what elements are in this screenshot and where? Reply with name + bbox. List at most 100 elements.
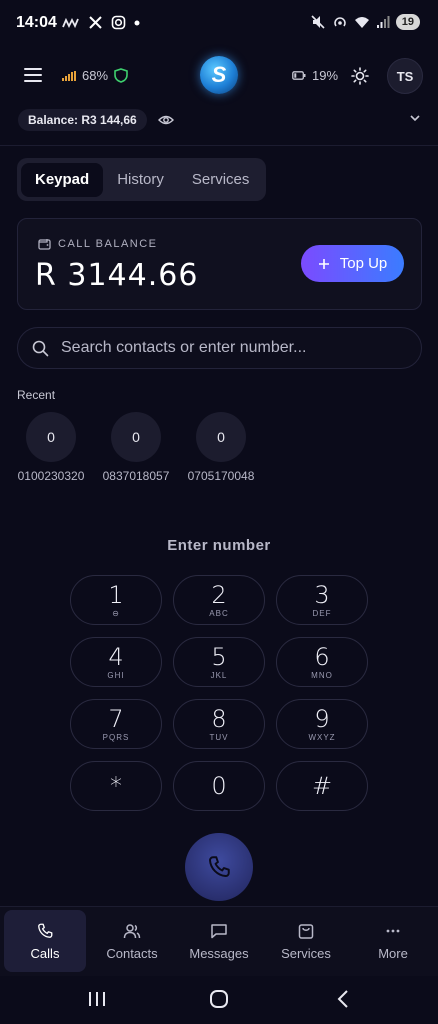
key-5[interactable]: 5 JKL (173, 637, 265, 687)
key-letters: WXYZ (308, 732, 336, 742)
key-1[interactable]: 1 ⊖ (70, 575, 162, 625)
key-digit: 4 (108, 642, 124, 671)
status-bar: 14:04 19 (0, 0, 438, 48)
eye-icon[interactable] (158, 113, 174, 127)
nav-label: Messages (189, 945, 249, 961)
dot-icon (134, 20, 140, 25)
battery-icon (292, 71, 306, 80)
phone-icon (38, 923, 53, 938)
more-icon (386, 929, 400, 932)
signal-icon (376, 16, 390, 28)
key-letters: PQRS (102, 732, 130, 742)
battery-percent: 19% (312, 68, 339, 83)
phone-icon (209, 856, 230, 877)
shield-icon (114, 68, 128, 83)
tab-bar: Keypad History Services (17, 158, 266, 201)
top-up-label: Top Up (339, 255, 388, 272)
key-8[interactable]: 8 TUV (173, 699, 265, 749)
key-4[interactable]: 4 GHI (70, 637, 162, 687)
tab-services[interactable]: Services (178, 163, 264, 197)
key-letters: GHI (107, 670, 125, 680)
key-hash[interactable]: # (276, 761, 368, 811)
bag-icon (298, 923, 314, 939)
header-divider (0, 145, 438, 146)
home-icon[interactable] (209, 989, 229, 1009)
recent-number: 0100230320 (17, 469, 85, 483)
recent-contact[interactable]: 0 0837018057 (96, 412, 176, 483)
key-0[interactable]: 0 (173, 761, 265, 811)
balance-pill: Balance: R3 144,66 (18, 109, 147, 131)
key-digit: 9 (314, 704, 330, 733)
logo-glyph: S (211, 62, 227, 87)
back-icon[interactable] (335, 989, 351, 1009)
instagram-icon (111, 15, 126, 30)
key-digit: 8 (211, 704, 227, 733)
call-balance-label-text: CALL BALANCE (58, 238, 158, 250)
recent-avatar: 0 (26, 412, 76, 462)
key-2[interactable]: 2 ABC (173, 575, 265, 625)
key-7[interactable]: 7 PQRS (70, 699, 162, 749)
tab-keypad[interactable]: Keypad (21, 162, 104, 197)
status-battery: 19 (395, 14, 420, 30)
menu-icon[interactable] (24, 68, 42, 84)
theme-toggle-icon[interactable] (351, 67, 369, 85)
status-right-icons: 19 (310, 14, 420, 30)
key-letters: JKL (210, 670, 228, 680)
recent-avatar: 0 (111, 412, 161, 462)
key-digit: 1 (108, 580, 124, 609)
recent-avatar: 0 (196, 412, 246, 462)
chevron-down-icon[interactable] (408, 113, 422, 123)
wifi-icon (354, 17, 369, 28)
key-digit: 3 (314, 580, 330, 609)
signal-percent: 68% (82, 68, 109, 83)
system-nav-bar (0, 976, 438, 1024)
key-letters: ⊖ (112, 608, 120, 618)
call-balance-amount: R 3144.66 (35, 258, 199, 293)
search-input[interactable] (61, 339, 401, 357)
tab-history[interactable]: History (103, 163, 178, 197)
recent-contact[interactable]: 0 0705170048 (181, 412, 261, 483)
key-digit: 2 (211, 580, 227, 609)
enter-number-prompt: Enter number (167, 537, 271, 554)
message-icon (211, 923, 227, 938)
nav-messages[interactable]: Messages (178, 910, 260, 972)
nav-label: Contacts (106, 945, 158, 961)
nav-label: Services (281, 945, 331, 961)
wallet-icon (38, 239, 51, 250)
top-up-button[interactable]: Top Up (301, 245, 404, 282)
status-left-icons (62, 15, 140, 30)
avatar[interactable]: TS (387, 58, 423, 94)
call-button[interactable] (185, 833, 253, 901)
nav-more[interactable]: More (352, 910, 434, 972)
recent-contact[interactable]: 0 0100230320 (11, 412, 91, 483)
key-digit: 6 (314, 642, 330, 671)
key-digit: 7 (108, 704, 124, 733)
key-letters: ABC (209, 608, 229, 618)
app-logo[interactable]: S (200, 56, 238, 94)
key-3[interactable]: 3 DEF (276, 575, 368, 625)
mv-icon (62, 17, 79, 28)
recent-apps-icon[interactable] (87, 990, 107, 1008)
key-6[interactable]: 6 MNO (276, 637, 368, 687)
mute-icon (311, 15, 325, 29)
hotspot-icon (333, 17, 346, 27)
plus-icon (318, 258, 329, 269)
nav-contacts[interactable]: Contacts (91, 910, 173, 972)
nav-services[interactable]: Services (265, 910, 347, 972)
key-digit: # (311, 772, 333, 800)
key-letters: DEF (312, 608, 332, 618)
key-9[interactable]: 9 WXYZ (276, 699, 368, 749)
nav-label: More (378, 945, 408, 961)
signal-bars-icon (62, 70, 76, 81)
key-letters: MNO (311, 670, 333, 680)
device-battery: 19% (292, 68, 338, 83)
search-bar (17, 327, 422, 369)
recent-label: Recent (17, 388, 56, 402)
key-star[interactable]: * (70, 761, 162, 811)
x-icon (89, 16, 102, 29)
recent-number: 0837018057 (102, 469, 170, 483)
nav-calls[interactable]: Calls (4, 910, 86, 972)
call-balance-label: CALL BALANCE (38, 238, 158, 250)
nav-label: Calls (30, 945, 60, 961)
key-digit: 5 (211, 642, 227, 671)
